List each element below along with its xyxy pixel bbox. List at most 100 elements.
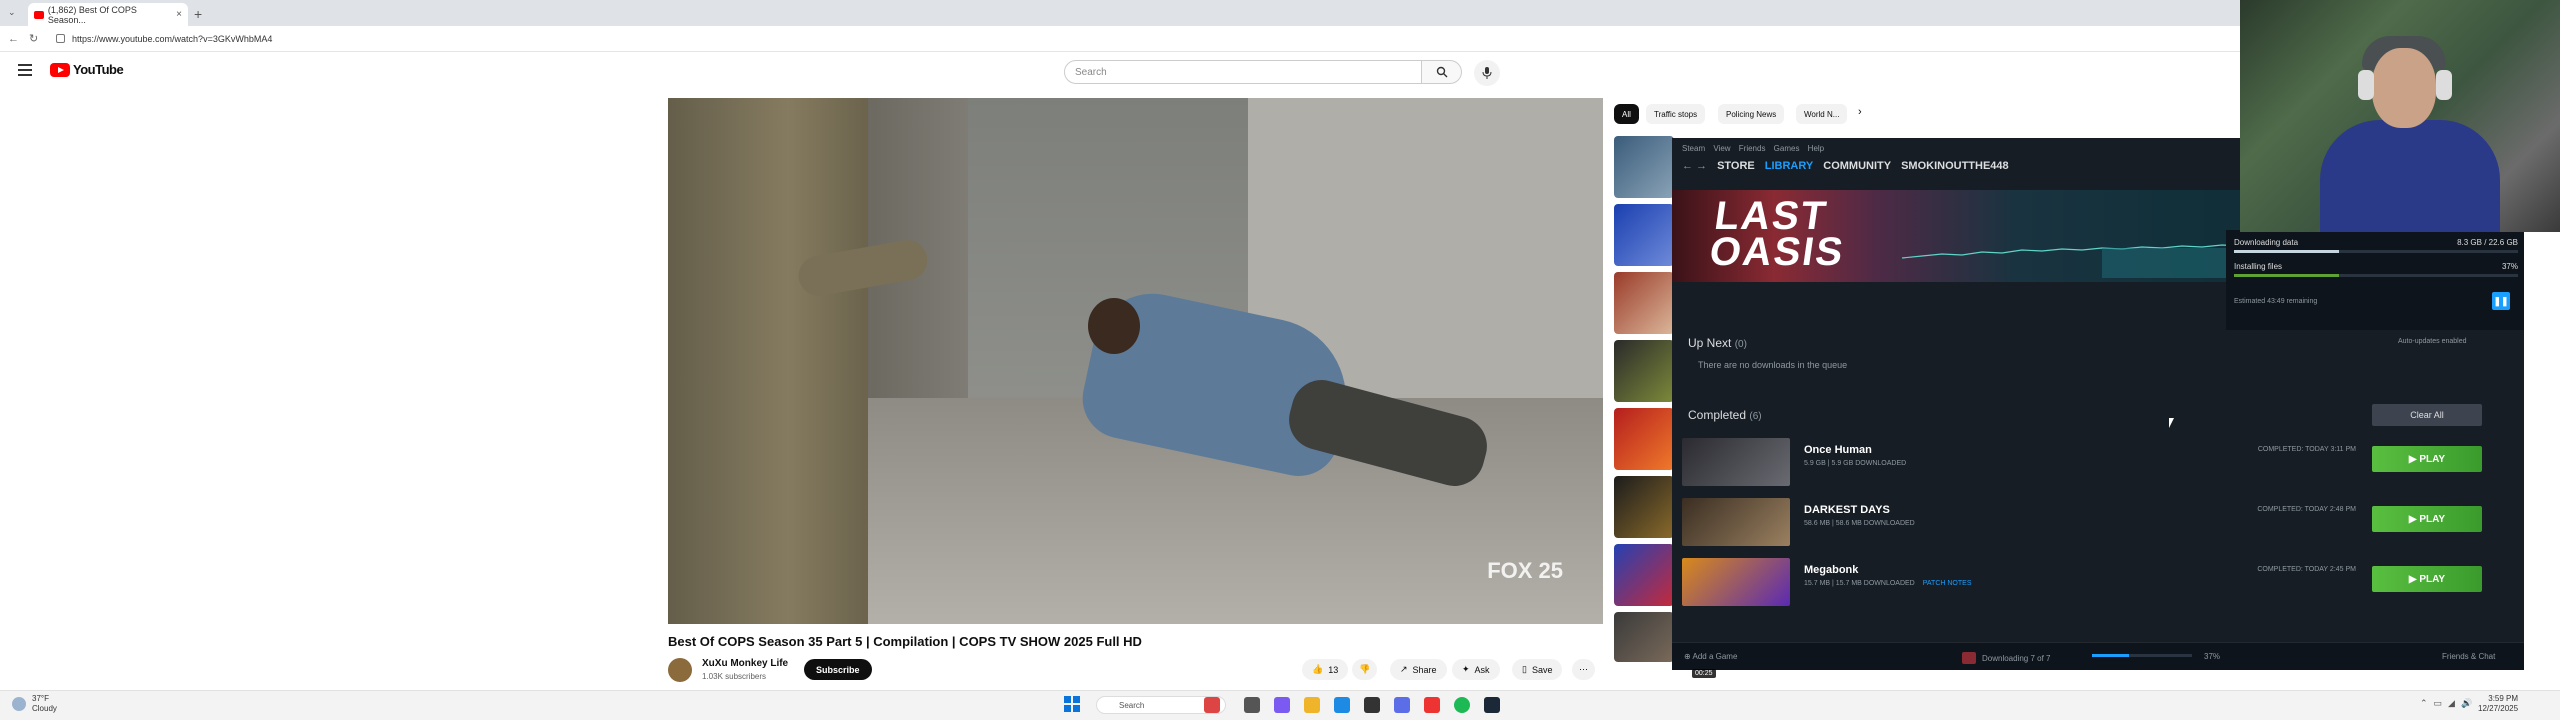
up-next-heading: Up Next (0) — [1688, 336, 1747, 350]
recommendation-thumbnail[interactable] — [1614, 340, 1674, 402]
search-input[interactable]: Search — [1064, 60, 1422, 84]
cloud-icon — [12, 697, 26, 711]
bottom-download-label: Downloading 7 of 7 — [1982, 653, 2051, 663]
recommendation-thumbnail[interactable] — [1614, 612, 1674, 662]
weather-temp: 37°F — [32, 694, 49, 703]
game-name[interactable]: DARKEST DAYS — [1804, 504, 1890, 516]
dislike-button[interactable]: 👎 — [1352, 659, 1378, 680]
tab-title: (1,862) Best Of COPS Season... — [47, 4, 137, 25]
steam-icon[interactable] — [1484, 697, 1500, 713]
voice-search-button[interactable] — [1474, 60, 1500, 86]
nav-back-forward-icons[interactable]: ← → — [1682, 160, 1707, 172]
game-name[interactable]: Megabonk — [1804, 564, 1858, 576]
headphone-left — [2358, 70, 2374, 100]
completed-time: COMPLETED: TODAY 2:45 PM — [2257, 566, 2356, 573]
video-player[interactable]: FOX 25 — [668, 98, 1603, 624]
mic-icon — [1482, 67, 1492, 79]
subscribe-button[interactable]: Subscribe — [804, 659, 872, 680]
edge-icon[interactable] — [1334, 697, 1350, 713]
tab-list-chevron-icon[interactable]: ⌄ — [8, 7, 16, 18]
bottom-download-status[interactable]: Downloading 7 of 7 — [1962, 652, 2051, 664]
play-button[interactable]: ▶ PLAY — [2372, 446, 2482, 472]
thumbs-down-icon: 👎 — [1359, 664, 1371, 674]
webcam-overlay — [2240, 0, 2560, 232]
game-art — [1682, 438, 1790, 486]
system-tray-icons[interactable]: ⌃▭◢🔊 — [2420, 698, 2478, 709]
chrome-icon[interactable] — [1424, 697, 1440, 713]
recommendation-thumbnail[interactable] — [1614, 476, 1674, 538]
channel-name[interactable]: XuXu Monkey Life — [702, 658, 788, 669]
menu-icon[interactable] — [18, 64, 32, 76]
chip-world-news[interactable]: World N... — [1796, 104, 1848, 124]
patch-notes-link[interactable]: PATCH NOTES — [1923, 580, 1972, 587]
add-game-button[interactable]: ⊕ Add a Game — [1684, 652, 1737, 661]
browser-tab[interactable]: (1,862) Best Of COPS Season... × — [28, 3, 188, 26]
taskbar-app-icon[interactable] — [1204, 697, 1220, 713]
chip-all[interactable]: All — [1614, 104, 1639, 124]
steam-nav: ← → STORE LIBRARY COMMUNITY SMOKINOUTTHE… — [1682, 160, 2009, 172]
ask-button[interactable]: ✦ Ask — [1452, 659, 1500, 680]
store-icon[interactable] — [1364, 697, 1380, 713]
play-button[interactable]: ▶ PLAY — [2372, 566, 2482, 592]
recommendation-thumbnail[interactable] — [1614, 136, 1674, 198]
steam-menu-bar[interactable]: Steam View Friends Games Help — [1682, 144, 1824, 153]
chip-traffic-stops[interactable]: Traffic stops — [1646, 104, 1706, 124]
taskbar-clock[interactable]: 3:59 PM 12/27/2025 — [2478, 694, 2518, 714]
install-progress-bar — [2234, 274, 2518, 277]
share-button[interactable]: ↗ Share — [1390, 659, 1447, 680]
play-button[interactable]: ▶ PLAY — [2372, 506, 2482, 532]
video-title: Best Of COPS Season 35 Part 5 | Compilat… — [668, 634, 1142, 649]
recommendation-thumbnail[interactable] — [1614, 204, 1674, 266]
completed-count: (6) — [1749, 411, 1762, 422]
file-explorer-icon[interactable] — [1304, 697, 1320, 713]
friends-chat-button[interactable]: Friends & Chat — [2442, 652, 2495, 661]
channel-avatar[interactable] — [668, 658, 692, 682]
youtube-favicon-icon — [34, 10, 44, 19]
completed-game-row: Megabonk 15.7 MB | 15.7 MB DOWNLOADED PAT… — [1682, 558, 2482, 606]
pause-download-button[interactable]: ❚❚ — [2492, 292, 2510, 310]
nav-store[interactable]: STORE — [1717, 160, 1755, 172]
discord-icon[interactable] — [1394, 697, 1410, 713]
nav-profile[interactable]: SMOKINOUTTHE448 — [1901, 160, 2009, 172]
search-button[interactable] — [1422, 60, 1462, 84]
empty-queue-message: There are no downloads in the queue — [1698, 360, 1848, 370]
download-status-row: Downloading data 8.3 GB / 22.6 GB — [2234, 238, 2518, 247]
completed-time: COMPLETED: TODAY 2:48 PM — [2257, 506, 2356, 513]
browser-tab-bar — [0, 0, 2240, 26]
tab-close-icon[interactable]: × — [176, 9, 182, 20]
completed-game-row: DARKEST DAYS 58.6 MB | 58.6 MB DOWNLOADE… — [1682, 498, 2482, 546]
game-art — [1682, 498, 1790, 546]
game-size-text: 58.6 MB | 58.6 MB DOWNLOADED — [1804, 520, 1915, 527]
start-button[interactable] — [1064, 696, 1080, 712]
youtube-logo[interactable]: YouTube — [50, 62, 124, 77]
clock-time: 3:59 PM — [2488, 694, 2519, 703]
mouse-cursor-icon — [2169, 418, 2179, 428]
save-button[interactable]: ▯ Save — [1512, 659, 1563, 680]
like-button[interactable]: 👍 13 — [1302, 659, 1349, 680]
chip-policing-news[interactable]: Policing News — [1718, 104, 1785, 124]
task-view-icon[interactable] — [1244, 697, 1260, 713]
chips-next-chevron-icon[interactable]: › — [1858, 106, 1862, 118]
new-tab-button[interactable]: + — [194, 6, 202, 22]
clear-all-button[interactable]: Clear All — [2372, 404, 2482, 426]
game-size: 58.6 MB | 58.6 MB DOWNLOADED — [1804, 520, 1915, 527]
thumbs-up-icon: 👍 — [1312, 664, 1324, 674]
subscriber-count: 1.03K subscribers — [702, 672, 767, 681]
recommendation-thumbnail[interactable] — [1614, 408, 1674, 470]
channel-watermark: FOX 25 — [1487, 558, 1563, 583]
spotify-icon[interactable] — [1454, 697, 1470, 713]
completed-game-row: Once Human 5.9 GB | 5.9 GB DOWNLOADED CO… — [1682, 438, 2482, 486]
bottom-download-percent: 37% — [2204, 652, 2221, 661]
more-actions-button[interactable]: ⋯ — [1572, 659, 1595, 680]
copilot-icon[interactable] — [1274, 697, 1290, 713]
nav-library[interactable]: LIBRARY — [1765, 160, 1813, 172]
url-input[interactable]: https://www.youtube.com/watch?v=3GKvWhbM… — [54, 30, 1454, 48]
weather-widget[interactable]: 37°F Cloudy — [12, 694, 57, 714]
recommendation-thumbnail[interactable] — [1614, 272, 1674, 334]
game-mini-icon — [1962, 652, 1976, 664]
recommendation-thumbnail[interactable] — [1614, 544, 1674, 606]
video-scene-officer — [668, 98, 868, 624]
game-name[interactable]: Once Human — [1804, 444, 1872, 456]
nav-community[interactable]: COMMUNITY — [1823, 160, 1891, 172]
back-reload-icons[interactable]: ←↻ — [8, 32, 48, 45]
